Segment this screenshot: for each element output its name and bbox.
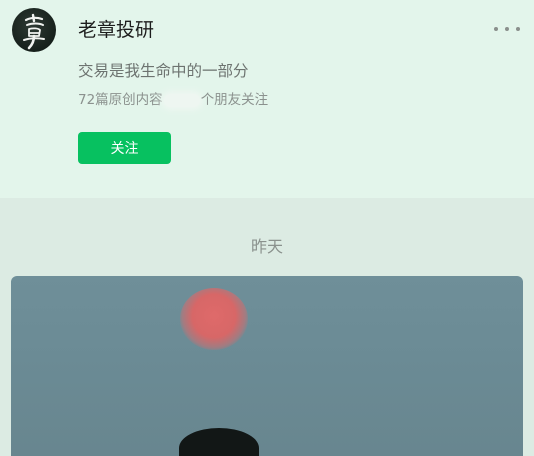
- more-dot: [505, 27, 509, 31]
- feed-date-label: 昨天: [250, 237, 283, 256]
- sunset-sun: [180, 288, 248, 350]
- account-bio: 交易是我生命中的一部分: [78, 62, 249, 80]
- original-count-text: 72篇原创内容: [78, 92, 163, 108]
- article-cover-image[interactable]: [11, 276, 523, 456]
- more-dot: [516, 27, 520, 31]
- blurred-friend-count: [163, 93, 200, 107]
- more-dot: [494, 27, 498, 31]
- friends-following-text: 个朋友关注: [200, 92, 269, 108]
- figure-silhouette: [179, 428, 259, 456]
- profile-header: 老章投研 交易是我生命中的一部分 72篇原创内容 个朋友关注 关注: [0, 0, 534, 198]
- account-stats: 72篇原创内容 个朋友关注: [78, 90, 268, 110]
- account-name[interactable]: 老章投研: [78, 17, 154, 43]
- account-avatar[interactable]: [12, 8, 56, 52]
- calligraphy-logo-icon: [23, 13, 45, 50]
- more-options-button[interactable]: [494, 20, 520, 38]
- follow-button[interactable]: 关注: [78, 132, 171, 164]
